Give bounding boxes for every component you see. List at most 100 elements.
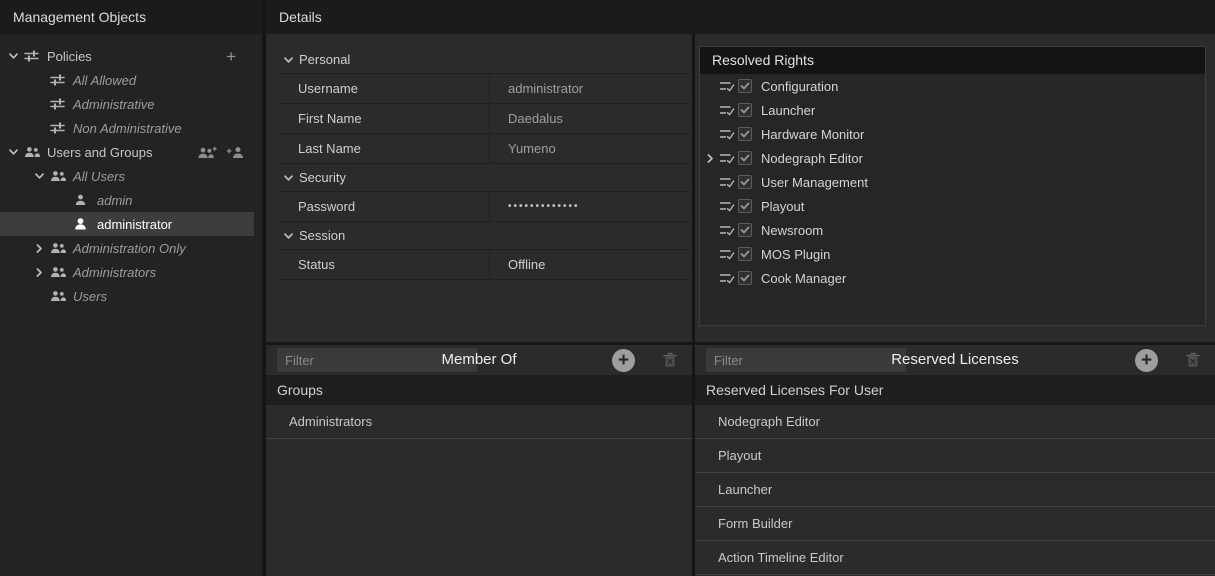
group-row-administrators[interactable]: Administrators xyxy=(266,405,692,439)
member-of-toolbar: Member Of + xyxy=(266,345,692,375)
sidebar-item-label: Users and Groups xyxy=(47,145,153,160)
right-label: Configuration xyxy=(761,79,838,94)
sidebar-item-administrator[interactable]: administrator xyxy=(0,212,254,236)
field-value-first-name[interactable]: Daedalus xyxy=(490,104,690,133)
remove-membership-button[interactable] xyxy=(661,351,679,369)
field-label: First Name xyxy=(277,104,490,133)
groups-table: Administrators xyxy=(266,405,692,439)
chevron-down-icon[interactable] xyxy=(8,51,24,61)
chevron-down-icon[interactable] xyxy=(8,147,24,157)
license-row-action-timeline-editor[interactable]: Action Timeline Editor xyxy=(695,541,1215,575)
right-item-mos-plugin[interactable]: MOS Plugin xyxy=(700,242,1205,266)
right-checklist-icon xyxy=(719,176,736,188)
right-checkbox[interactable] xyxy=(738,175,752,189)
sliders-icon xyxy=(50,98,69,110)
licenses-table-header: Reserved Licenses For User xyxy=(695,375,1215,405)
sidebar-item-administrators[interactable]: Administrators xyxy=(0,260,254,284)
right-item-cook-manager[interactable]: Cook Manager xyxy=(700,266,1205,290)
add-membership-button[interactable]: + xyxy=(612,349,635,372)
field-row-username: Usernameadministrator xyxy=(277,74,690,104)
sidebar-header: Management Objects xyxy=(0,0,262,34)
field-label: Last Name xyxy=(277,134,490,163)
right-item-user-management[interactable]: User Management xyxy=(700,170,1205,194)
people-icon xyxy=(50,266,69,278)
field-value-status[interactable]: Offline xyxy=(490,250,690,279)
right-checklist-icon xyxy=(719,152,736,164)
user-form-panel: PersonalUsernameadministratorFirst NameD… xyxy=(266,34,692,342)
section-header-session[interactable]: Session xyxy=(277,222,690,250)
field-row-status: StatusOffline xyxy=(277,250,690,280)
right-checklist-icon xyxy=(719,224,736,236)
sidebar-item-administrative[interactable]: Administrative xyxy=(0,92,254,116)
sidebar-item-policies[interactable]: Policies+ xyxy=(0,44,254,68)
chevron-down-icon[interactable] xyxy=(283,55,299,65)
section-header-personal[interactable]: Personal xyxy=(277,46,690,74)
right-checkbox[interactable] xyxy=(738,103,752,117)
member-of-panel: Member Of + Groups Administrators xyxy=(266,345,692,576)
right-item-newsroom[interactable]: Newsroom xyxy=(700,218,1205,242)
right-checkbox[interactable] xyxy=(738,271,752,285)
right-item-hardware-monitor[interactable]: Hardware Monitor xyxy=(700,122,1205,146)
add-license-button[interactable]: + xyxy=(1135,349,1158,372)
chevron-right-icon[interactable] xyxy=(705,153,719,164)
field-label: Password xyxy=(277,192,490,221)
remove-license-button[interactable] xyxy=(1184,351,1202,369)
right-checklist-icon xyxy=(719,128,736,140)
sidebar-item-all-users[interactable]: All Users xyxy=(0,164,254,188)
field-value-last-name[interactable]: Yumeno xyxy=(490,134,690,163)
right-checkbox[interactable] xyxy=(738,127,752,141)
field-value-username[interactable]: administrator xyxy=(490,74,690,103)
right-checkbox[interactable] xyxy=(738,247,752,261)
details-header: Details xyxy=(266,0,1215,34)
section-label: Session xyxy=(299,228,345,243)
section-header-security[interactable]: Security xyxy=(277,164,690,192)
add-group-button[interactable] xyxy=(197,146,217,159)
right-checklist-icon xyxy=(719,200,736,212)
sidebar-item-non-administrative[interactable]: Non Administrative xyxy=(0,116,254,140)
right-item-configuration[interactable]: Configuration xyxy=(700,74,1205,98)
right-label: MOS Plugin xyxy=(761,247,830,262)
sliders-icon xyxy=(24,50,43,62)
people-icon xyxy=(50,242,69,254)
right-label: Newsroom xyxy=(761,223,823,238)
sidebar-item-all-allowed[interactable]: All Allowed xyxy=(0,68,254,92)
sidebar-item-admin[interactable]: admin xyxy=(0,188,254,212)
people-icon xyxy=(50,170,69,182)
field-row-first-name: First NameDaedalus xyxy=(277,104,690,134)
sidebar-item-administration-only[interactable]: Administration Only xyxy=(0,236,254,260)
right-checklist-icon xyxy=(719,104,736,116)
right-item-launcher[interactable]: Launcher xyxy=(700,98,1205,122)
chevron-down-icon[interactable] xyxy=(283,231,299,241)
field-value-password[interactable]: ••••••••••••• xyxy=(490,192,690,221)
licenses-table: Nodegraph EditorPlayoutLauncherForm Buil… xyxy=(695,405,1215,575)
management-objects-panel: Management Objects Policies+ All Allowed A… xyxy=(0,0,262,576)
sidebar-item-users-and-groups[interactable]: Users and Groups xyxy=(0,140,254,164)
license-row-playout[interactable]: Playout xyxy=(695,439,1215,473)
chevron-down-icon[interactable] xyxy=(34,171,50,181)
add-policy-button[interactable]: + xyxy=(226,48,236,65)
right-checkbox[interactable] xyxy=(738,199,752,213)
right-item-nodegraph-editor[interactable]: Nodegraph Editor xyxy=(700,146,1205,170)
license-row-form-builder[interactable]: Form Builder xyxy=(695,507,1215,541)
right-checkbox[interactable] xyxy=(738,79,752,93)
sidebar-item-label: Administration Only xyxy=(73,241,186,256)
trash-icon xyxy=(1184,357,1202,372)
chevron-down-icon[interactable] xyxy=(283,173,299,183)
sliders-icon xyxy=(50,122,69,134)
license-row-launcher[interactable]: Launcher xyxy=(695,473,1215,507)
sidebar-item-label: All Allowed xyxy=(73,73,136,88)
right-label: Playout xyxy=(761,199,804,214)
license-row-nodegraph-editor[interactable]: Nodegraph Editor xyxy=(695,405,1215,439)
field-label: Status xyxy=(277,250,490,279)
sidebar-item-users[interactable]: Users xyxy=(0,284,254,308)
sidebar-item-label: All Users xyxy=(73,169,125,184)
add-user-button[interactable] xyxy=(226,146,245,159)
resolved-rights-title: Resolved Rights xyxy=(700,47,1205,74)
right-checkbox[interactable] xyxy=(738,223,752,237)
right-checkbox[interactable] xyxy=(738,151,752,165)
chevron-right-icon[interactable] xyxy=(34,267,50,278)
chevron-right-icon[interactable] xyxy=(34,243,50,254)
sidebar-item-label: Administrators xyxy=(73,265,156,280)
user-form: PersonalUsernameadministratorFirst NameD… xyxy=(277,46,690,280)
right-item-playout[interactable]: Playout xyxy=(700,194,1205,218)
